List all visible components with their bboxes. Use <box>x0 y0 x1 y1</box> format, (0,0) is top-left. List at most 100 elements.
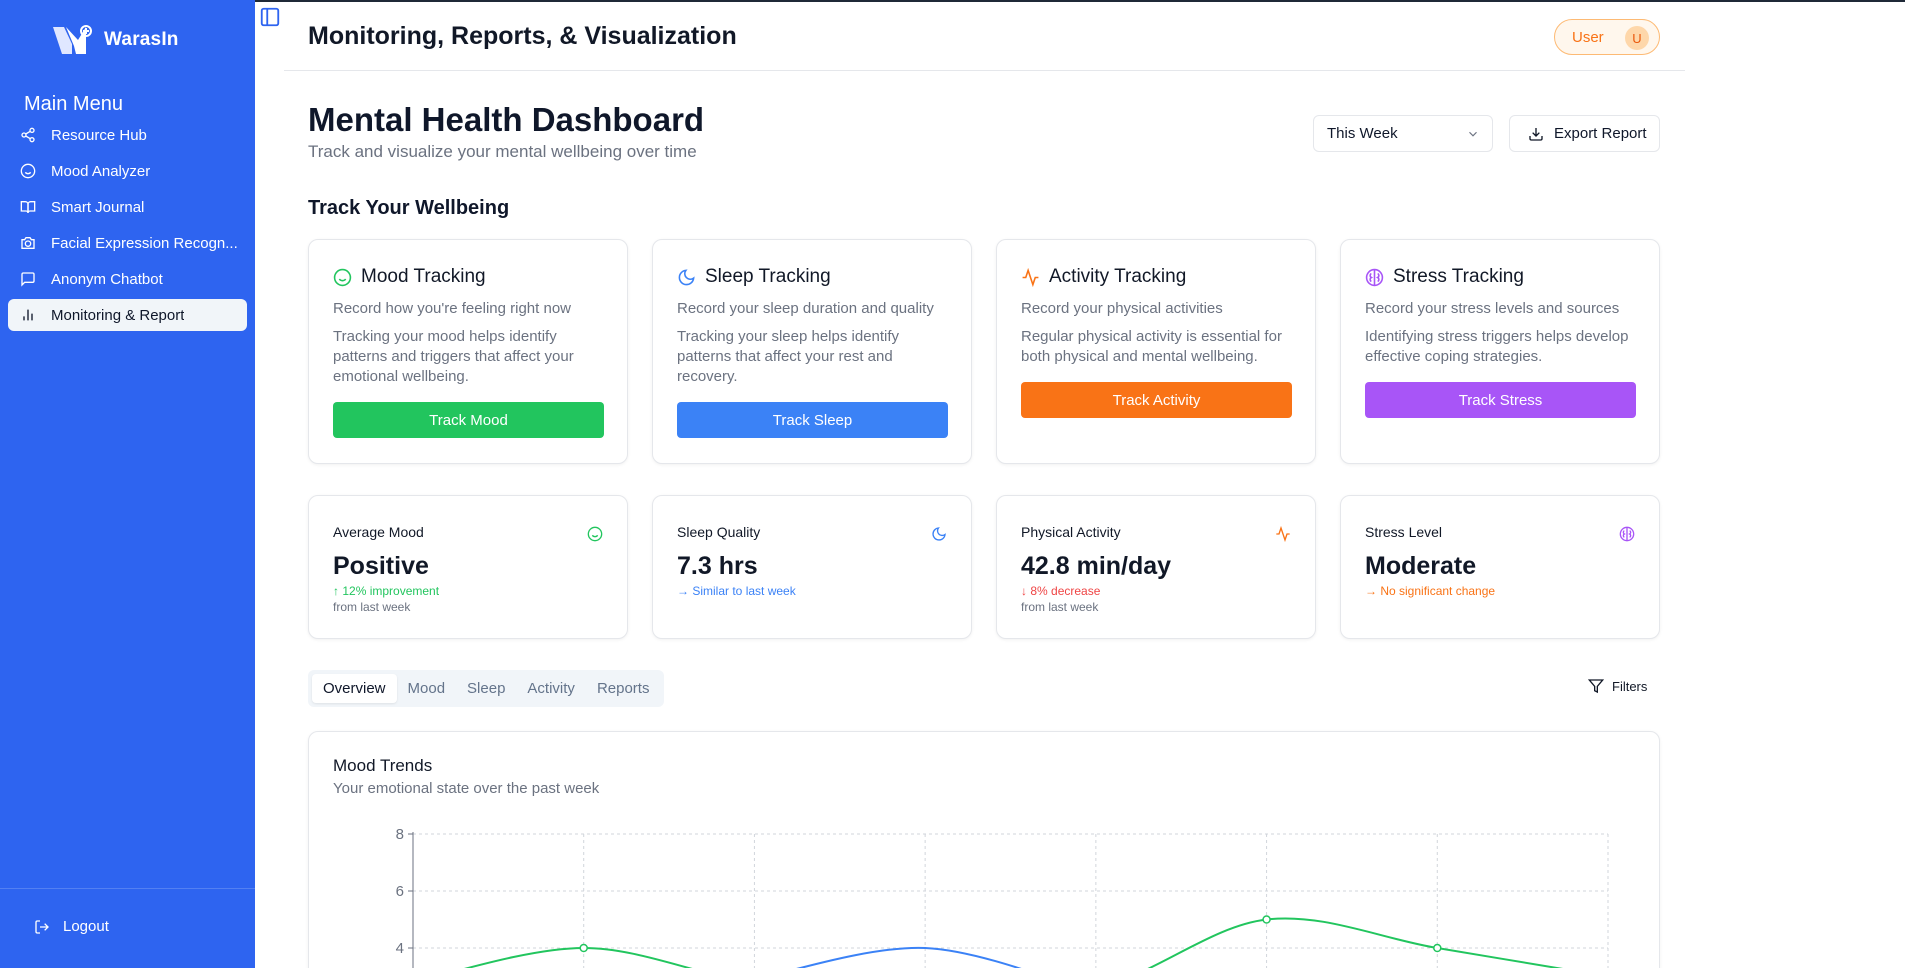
average-mood-stat-card: Average Mood Positive ↑ 12% improvement … <box>308 495 628 639</box>
export-report-button[interactable]: Export Report <box>1509 115 1660 152</box>
dashboard-tabs: Overview Mood Sleep Activity Reports <box>308 670 665 707</box>
main-menu: Resource Hub Mood Analyzer Smart Journal… <box>8 119 247 335</box>
app-name: WarasIn <box>104 29 179 50</box>
stat-value: Moderate <box>1365 552 1477 580</box>
card-subtitle: Record how you're feeling right now <box>333 300 571 317</box>
track-sleep-button[interactable]: Track Sleep <box>677 402 948 438</box>
page-title: Mental Health Dashboard <box>308 101 705 138</box>
user-label: User <box>1572 28 1604 46</box>
logout-icon <box>35 919 49 934</box>
sidebar-item-resource-hub[interactable]: Resource Hub <box>8 119 247 151</box>
stat-label: Average Mood <box>333 524 424 540</box>
tab-reports[interactable]: Reports <box>586 674 661 703</box>
sleep-tracking-card: Sleep Tracking Record your sleep duratio… <box>652 239 972 464</box>
stat-label: Stress Level <box>1365 524 1443 540</box>
stat-change-text: No significant change <box>1380 584 1496 598</box>
stat-note: from last week <box>333 600 411 614</box>
data-point[interactable] <box>1433 943 1442 953</box>
book-open-icon <box>20 199 36 215</box>
card-title: Mood Tracking <box>361 266 486 287</box>
warasin-logo-icon <box>53 25 92 54</box>
stat-change: ↑ 12% improvement <box>333 584 439 598</box>
mood-trends-card: Mood Trends Your emotional state over th… <box>308 731 1660 968</box>
arrow-right-icon: → <box>677 584 689 598</box>
arrow-up-icon: ↑ <box>333 584 339 598</box>
stat-change-text: Similar to last week <box>692 584 796 598</box>
card-subtitle: Record your stress levels and sources <box>1365 300 1620 317</box>
filters-button[interactable]: Filters <box>1588 678 1647 694</box>
toggle-sidebar-button[interactable] <box>259 6 281 28</box>
sidebar-item-label: Anonym Chatbot <box>51 270 163 288</box>
export-report-label: Export Report <box>1554 125 1647 142</box>
card-description: Tracking your sleep helps identify patte… <box>677 328 900 385</box>
card-subtitle: Record your physical activities <box>1021 300 1223 317</box>
share-icon <box>20 127 36 143</box>
app-logo[interactable]: WarasIn <box>52 24 179 56</box>
chevron-down-icon <box>1469 131 1477 137</box>
track-stress-button[interactable]: Track Stress <box>1365 382 1636 418</box>
main-menu-title: Main Menu <box>24 93 123 115</box>
card-title: Sleep Tracking <box>705 266 831 287</box>
sidebar-divider <box>0 888 255 889</box>
sidebar-item-facial-expression[interactable]: Facial Expression Recogn... <box>8 227 247 259</box>
stat-change-text: 8% decrease <box>1030 584 1101 598</box>
series-line-0 <box>463 917 1564 968</box>
sidebar-item-anonym-chatbot[interactable]: Anonym Chatbot <box>8 263 247 295</box>
sidebar-item-smart-journal[interactable]: Smart Journal <box>8 191 247 223</box>
sleep-quality-stat-card: Sleep Quality 7.3 hrs → Similar to last … <box>652 495 972 639</box>
section-title: Track Your Wellbeing <box>308 197 510 219</box>
stress-tracking-card: Stress Tracking Record your stress level… <box>1340 239 1660 464</box>
track-mood-button[interactable]: Track Mood <box>333 402 604 438</box>
data-point[interactable] <box>1262 915 1271 924</box>
brain-icon <box>1619 526 1635 542</box>
smile-icon <box>20 163 36 179</box>
smile-icon <box>333 268 352 286</box>
physical-activity-stat-card: Physical Activity 42.8 min/day ↓ 8% decr… <box>996 495 1316 639</box>
card-description: Tracking your mood helps identify patter… <box>333 328 574 385</box>
moon-icon <box>932 527 946 541</box>
arrow-right-icon: → <box>1365 584 1377 598</box>
y-tick-label: 6 <box>396 883 404 900</box>
header-title: Monitoring, Reports, & Visualization <box>308 22 737 50</box>
tab-mood[interactable]: Mood <box>397 674 457 703</box>
stat-change-text: 12% improvement <box>342 584 440 598</box>
card-title: Activity Tracking <box>1049 266 1187 287</box>
stress-level-stat-card: Stress Level Moderate → No significant c… <box>1340 495 1660 639</box>
stat-label: Sleep Quality <box>677 524 761 540</box>
panel-left-icon <box>260 7 280 27</box>
message-square-icon <box>20 271 36 287</box>
data-point[interactable] <box>579 943 588 953</box>
tab-sleep[interactable]: Sleep <box>456 674 516 703</box>
stat-change: ↓ 8% decrease <box>1021 584 1100 598</box>
stat-value: 7.3 hrs <box>677 552 758 580</box>
logout-button[interactable]: Logout <box>34 918 109 935</box>
stat-label: Physical Activity <box>1021 524 1121 540</box>
mood-trends-chart: 8 6 4 <box>396 826 1609 968</box>
card-subtitle: Record your sleep duration and quality <box>677 300 934 317</box>
track-activity-button[interactable]: Track Activity <box>1021 382 1292 418</box>
camera-icon <box>20 235 36 251</box>
smile-icon <box>587 526 603 542</box>
stat-value: Positive <box>333 552 429 580</box>
bar-chart-icon <box>20 307 36 323</box>
tab-overview[interactable]: Overview <box>312 674 397 703</box>
mood-tracking-card: Mood Tracking Record how you're feeling … <box>308 239 628 464</box>
activity-tracking-card: Activity Tracking Record your physical a… <box>996 239 1316 464</box>
stat-change: → Similar to last week <box>677 584 796 598</box>
sidebar-item-mood-analyzer[interactable]: Mood Analyzer <box>8 155 247 187</box>
tab-activity[interactable]: Activity <box>516 674 586 703</box>
logout-label: Logout <box>63 918 109 935</box>
period-select[interactable]: This Week <box>1313 115 1493 152</box>
download-icon <box>1529 127 1543 141</box>
filters-label: Filters <box>1612 678 1648 694</box>
sidebar-item-label: Monitoring & Report <box>51 306 185 324</box>
period-select-value: This Week <box>1327 125 1398 142</box>
sidebar-item-label: Facial Expression Recogn... <box>51 234 238 252</box>
card-description: Regular physical activity is essential f… <box>1021 328 1282 365</box>
user-menu-button[interactable]: User U <box>1554 19 1660 55</box>
sidebar-item-monitoring-report[interactable]: Monitoring & Report <box>8 299 247 331</box>
sidebar-item-label: Smart Journal <box>51 198 145 216</box>
y-tick-label: 4 <box>396 940 404 957</box>
page-subtitle: Track and visualize your mental wellbein… <box>308 142 697 161</box>
stat-change: → No significant change <box>1365 584 1495 598</box>
